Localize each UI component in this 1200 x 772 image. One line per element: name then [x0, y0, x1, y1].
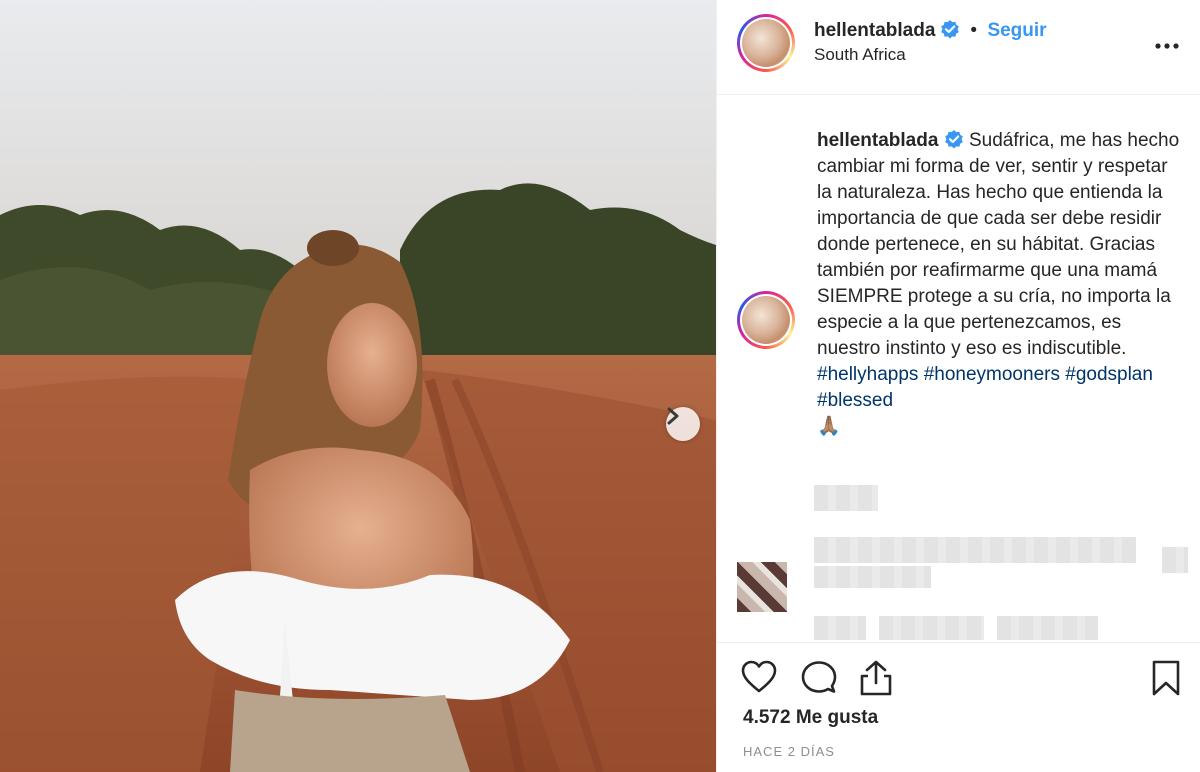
blurred-comment — [879, 616, 984, 640]
comment-button[interactable] — [801, 660, 837, 699]
avatar-image — [742, 19, 790, 67]
blurred-comment — [814, 485, 878, 511]
like-button[interactable] — [741, 660, 777, 699]
caption-text: Sudáfrica, me has hecho cambiar mi forma… — [817, 130, 1180, 359]
caption-emoji: 🙏🏽 — [817, 416, 841, 437]
save-button[interactable] — [1151, 660, 1181, 701]
location-link[interactable]: South Africa — [814, 45, 906, 65]
action-bar — [741, 660, 1181, 696]
divider — [717, 642, 1200, 643]
hashtag-link[interactable]: #hellyhapps — [817, 364, 918, 385]
header-avatar[interactable] — [737, 14, 795, 72]
follow-button[interactable]: Seguir — [987, 20, 1046, 41]
blurred-comment — [814, 537, 1136, 563]
comment-icon — [801, 661, 837, 693]
more-options-button[interactable] — [1155, 36, 1179, 54]
header-separator: • — [970, 20, 977, 41]
post-photo[interactable] — [0, 0, 716, 772]
blurred-comment — [814, 566, 931, 588]
header-username[interactable]: hellentablada — [814, 20, 935, 41]
post-caption: hellentablada Sudáfrica, me has hecho ca… — [817, 128, 1187, 440]
more-options-icon — [1155, 43, 1179, 49]
heart-icon — [741, 660, 777, 693]
caption-avatar[interactable] — [737, 291, 795, 349]
chevron-right-icon — [667, 407, 679, 425]
blurred-comment — [997, 616, 1098, 640]
blurred-like — [1162, 547, 1188, 573]
blurred-comment — [814, 616, 866, 640]
header-title-row: hellentablada • Seguir — [814, 19, 1047, 42]
next-photo-button[interactable] — [666, 407, 700, 441]
hashtag-link[interactable]: #godsplan — [1065, 364, 1153, 385]
likes-count[interactable]: 4.572 Me gusta — [743, 707, 878, 729]
avatar-image — [742, 296, 790, 344]
photo-scene — [0, 0, 716, 772]
post-header: hellentablada • Seguir South Africa — [717, 0, 1200, 95]
hashtag-link[interactable]: #blessed — [817, 390, 893, 411]
blurred-avatar — [737, 562, 787, 612]
bookmark-icon — [1152, 660, 1180, 696]
share-icon — [860, 660, 892, 696]
share-button[interactable] — [859, 660, 893, 701]
post-side-panel: hellentablada • Seguir South Africa hell… — [716, 0, 1200, 772]
hashtag-link[interactable]: #honeymooners — [924, 364, 1060, 385]
caption-username[interactable]: hellentablada — [817, 130, 938, 151]
post-timestamp[interactable]: HACE 2 DÍAS — [743, 744, 835, 759]
verified-badge-icon — [941, 20, 959, 39]
verified-badge-icon — [944, 130, 963, 149]
